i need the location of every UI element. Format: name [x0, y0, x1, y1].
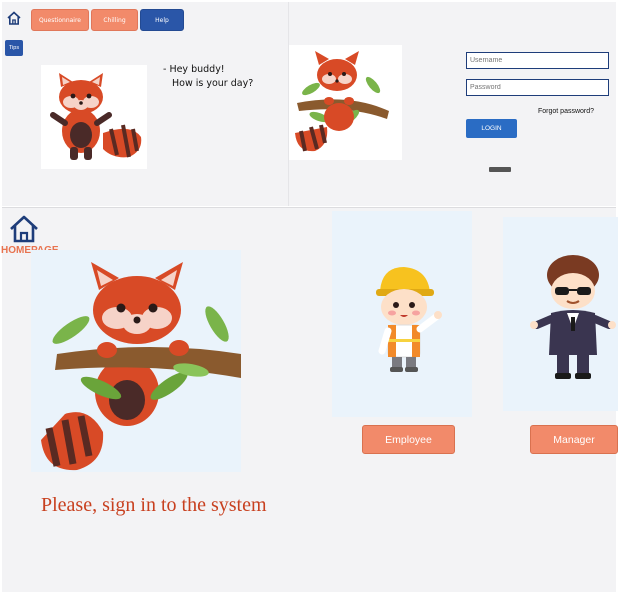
password-input[interactable]	[466, 79, 609, 96]
sign-in-prompt: Please, sign in to the system	[41, 494, 267, 516]
red-panda-branch-large-image	[31, 250, 241, 472]
login-button-label: LOGIN	[481, 125, 502, 132]
manager-button-label: Manager	[553, 433, 595, 446]
manager-card	[503, 217, 618, 411]
red-panda-waving-image	[41, 65, 147, 169]
greeting-line-1: - Hey buddy!	[163, 64, 225, 75]
small-control[interactable]	[489, 167, 511, 172]
employee-button-label: Employee	[385, 433, 432, 446]
homepage-home-icon[interactable]	[9, 214, 39, 244]
employee-card	[332, 211, 472, 417]
greeting-line-2: How is your day?	[172, 78, 254, 89]
questionnaire-button[interactable]: Questionnaire	[31, 9, 89, 31]
forgot-password-link[interactable]: Forgot password?	[538, 108, 594, 115]
home-icon[interactable]	[7, 11, 21, 25]
red-panda-branch-small-image	[289, 45, 402, 160]
help-label: Help	[155, 16, 169, 24]
chilling-button[interactable]: Chilling	[91, 9, 138, 31]
tips-button[interactable]: Tips	[5, 40, 23, 56]
help-button[interactable]: Help	[140, 9, 184, 31]
chilling-label: Chilling	[103, 16, 126, 24]
greeting-text: - Hey buddy! How is your day?	[163, 63, 253, 91]
manager-button[interactable]: Manager	[530, 425, 618, 454]
employee-button[interactable]: Employee	[362, 425, 455, 454]
questionnaire-label: Questionnaire	[38, 16, 81, 24]
username-input[interactable]	[466, 52, 609, 69]
login-button[interactable]: LOGIN	[466, 119, 517, 138]
tips-label: Tips	[8, 45, 20, 51]
